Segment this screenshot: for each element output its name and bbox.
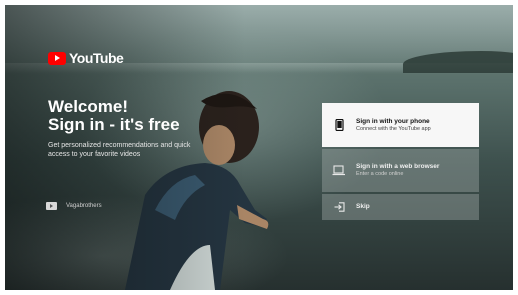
- phone-icon: [322, 119, 356, 131]
- welcome-heading: Welcome!: [48, 97, 128, 116]
- channel-icon: [46, 202, 57, 210]
- youtube-logo: YouTube: [48, 50, 124, 66]
- youtube-play-icon: [48, 51, 66, 65]
- sign-in-web-button[interactable]: Sign in with a web browser Enter a code …: [322, 149, 479, 192]
- exit-icon: [322, 202, 356, 212]
- sign-in-heading: Sign in - it's free: [48, 115, 180, 134]
- logo-text: YouTube: [69, 50, 124, 66]
- web-option-subtitle: Enter a code online: [356, 171, 404, 177]
- skip-button[interactable]: Skip: [322, 194, 479, 220]
- welcome-description: Get personalized recommendations and qui…: [48, 142, 191, 158]
- skip-label: Skip: [356, 203, 370, 210]
- account-name: Vagabrothers: [66, 203, 102, 209]
- web-option-title: Sign in with a web browser: [356, 163, 440, 170]
- sign-in-phone-button[interactable]: Sign in with your phone Connect with the…: [322, 103, 479, 147]
- phone-option-subtitle: Connect with the YouTube app: [356, 125, 431, 132]
- account-entry: Vagabrothers: [46, 202, 102, 210]
- laptop-icon: [322, 165, 356, 176]
- phone-option-title: Sign in with your phone: [356, 117, 430, 125]
